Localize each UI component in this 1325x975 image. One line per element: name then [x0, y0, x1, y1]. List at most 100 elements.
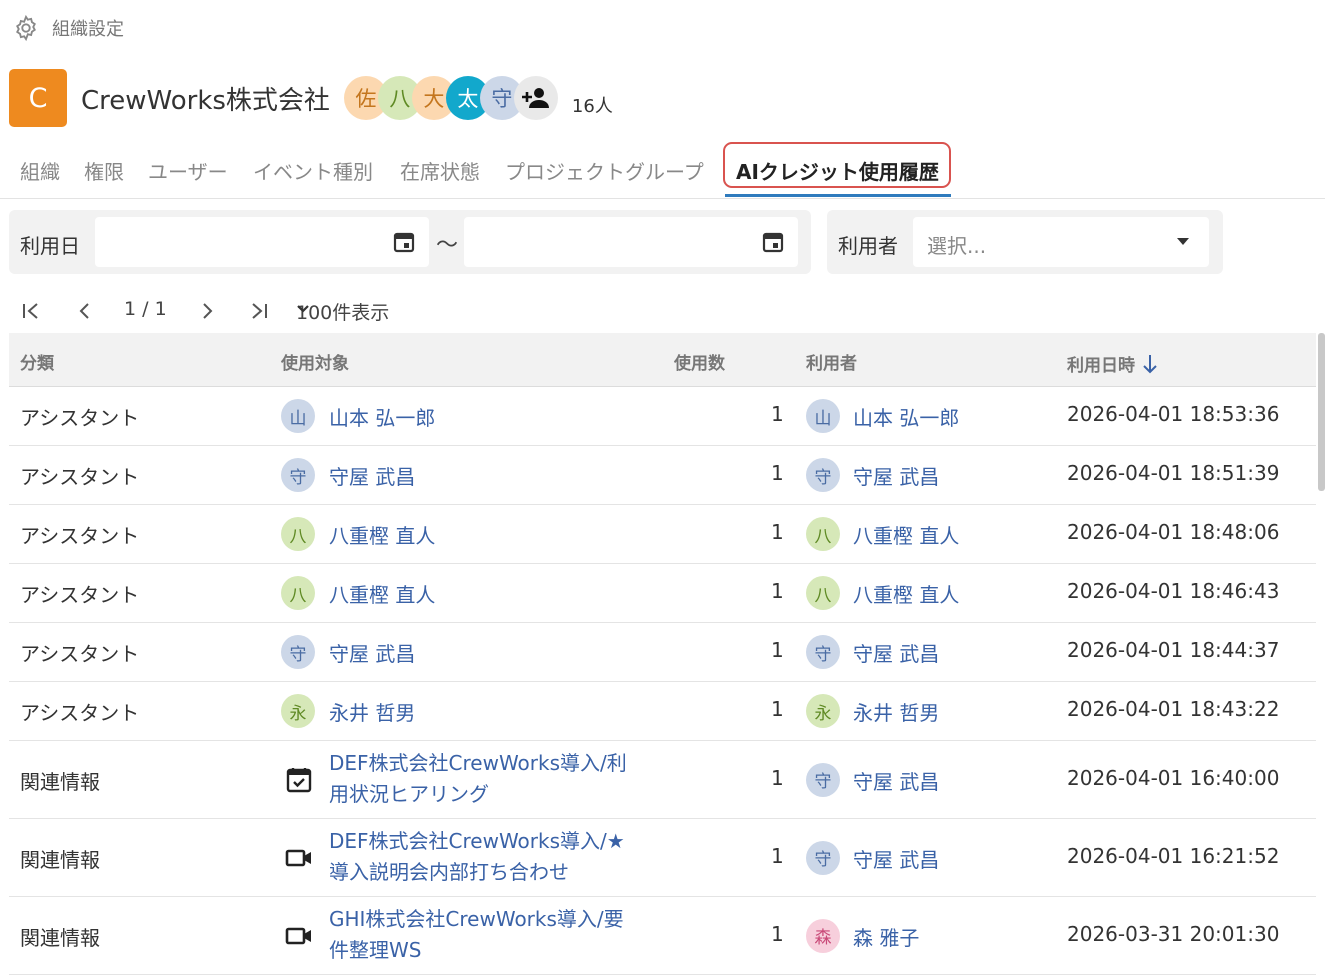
target-avatar[interactable]: 守	[281, 458, 315, 492]
target-link[interactable]: 八重樫 直人	[329, 579, 435, 608]
per-page-select[interactable]: 100件表示	[296, 298, 389, 324]
table-row[interactable]: アシスタント守守屋 武昌 1 守守屋 武昌 2026-04-01 18:44:37	[9, 623, 1316, 682]
user-link[interactable]: 永井 哲男	[853, 697, 939, 726]
target-avatar[interactable]: 山	[281, 399, 315, 433]
tab-event-types[interactable]: イベント種別	[253, 156, 373, 185]
user-avatar[interactable]: 永	[806, 694, 840, 728]
target-link[interactable]: 八重樫 直人	[329, 520, 435, 549]
user-avatar[interactable]: 守	[806, 635, 840, 669]
next-page-icon[interactable]	[196, 300, 218, 322]
tab-organization[interactable]: 組織	[20, 156, 60, 185]
table-row[interactable]: アシスタント永永井 哲男 1 永永井 哲男 2026-04-01 18:43:22	[9, 682, 1316, 741]
user-link[interactable]: 森 雅子	[853, 922, 919, 951]
user-filter-label: 利用者	[838, 234, 898, 258]
user-select[interactable]: 選択...	[913, 217, 1209, 267]
target-line-1: GHI株式会社CrewWorks導入/要	[329, 906, 624, 931]
table-row[interactable]: 関連情報 DEF株式会社CrewWorks導入/★ 導入説明会内部打ち合わせ 1 守守屋…	[9, 819, 1316, 897]
user-link[interactable]: 八重樫 直人	[853, 520, 959, 549]
target-link[interactable]: 守屋 武昌	[329, 638, 415, 667]
settings-tabs: 組織 権限 ユーザー イベント種別 在席状態 プロジェクトグループ AIクレジッ…	[0, 142, 1325, 199]
active-tab-highlight	[723, 142, 951, 188]
table-row[interactable]: アシスタント八八重樫 直人 1 八八重樫 直人 2026-04-01 18:46:43	[9, 564, 1316, 623]
user-avatar[interactable]: 森	[806, 918, 840, 953]
header-target[interactable]: 使用対象	[281, 349, 349, 374]
page-indicator: 1 / 1	[124, 298, 167, 320]
credit-history-table: 分類 使用対象 使用数 利用者 利用日時 アシスタント山山本 弘一郎 1 山山本 弘…	[9, 333, 1316, 975]
row-datetime: 2026-04-01 18:53:36	[1067, 402, 1280, 426]
row-datetime: 2026-03-31 20:01:30	[1067, 921, 1280, 946]
tab-project-groups[interactable]: プロジェクトグループ	[505, 156, 704, 185]
target-avatar[interactable]: 八	[281, 576, 315, 610]
tab-presence-status[interactable]: 在席状態	[400, 156, 480, 185]
target-avatar[interactable]: 八	[281, 517, 315, 551]
scrollbar[interactable]	[1318, 333, 1325, 491]
row-category: 関連情報	[20, 769, 100, 794]
user-avatar[interactable]: 守	[806, 840, 840, 875]
table-row[interactable]: 関連情報 GHI株式会社CrewWorks導入/要 件整理WS 1 森森 雅子 2026-…	[9, 897, 1316, 975]
row-datetime: 2026-04-01 16:40:00	[1067, 765, 1280, 790]
table-row[interactable]: アシスタント八八重樫 直人 1 八八重樫 直人 2026-04-01 18:48:06	[9, 505, 1316, 564]
active-tab-underline	[725, 194, 951, 197]
table-row[interactable]: 関連情報 DEF株式会社CrewWorks導入/利 用状況ヒアリング 1 守守屋 武昌 2…	[9, 741, 1316, 819]
user-avatar[interactable]: 八	[806, 517, 840, 551]
gear-icon	[12, 14, 40, 42]
end-date-input[interactable]	[464, 217, 798, 267]
start-date-input[interactable]	[95, 217, 429, 267]
tab-users[interactable]: ユーザー	[148, 156, 228, 185]
user-link[interactable]: 守屋 武昌	[853, 461, 939, 490]
target-avatar[interactable]: 守	[281, 635, 315, 669]
date-range-separator: ～	[436, 233, 459, 258]
calendar-icon[interactable]	[762, 231, 784, 257]
user-link[interactable]: 守屋 武昌	[853, 844, 939, 873]
user-avatar[interactable]: 八	[806, 576, 840, 610]
dropdown-caret-icon	[1177, 238, 1189, 245]
header-user[interactable]: 利用者	[806, 349, 857, 374]
row-count: 1	[771, 843, 784, 868]
target-avatar[interactable]: 永	[281, 694, 315, 728]
org-header: C CrewWorks株式会社 佐八大太守 16人	[9, 69, 613, 127]
row-datetime: 2026-04-01 18:48:06	[1067, 520, 1280, 544]
table-body: アシスタント山山本 弘一郎 1 山山本 弘一郎 2026-04-01 18:53:36…	[9, 387, 1316, 975]
calendar-icon[interactable]	[393, 231, 415, 257]
row-count: 1	[771, 520, 784, 544]
row-category: アシスタント	[20, 406, 140, 430]
target-link[interactable]: DEF株式会社CrewWorks導入/★ 導入説明会内部打ち合わせ	[329, 826, 625, 888]
member-count: 16人	[571, 96, 613, 117]
target-link[interactable]: 守屋 武昌	[329, 461, 415, 490]
breadcrumb: 組織設定	[12, 14, 124, 42]
target-line-2: 導入説明会内部打ち合わせ	[329, 859, 569, 884]
user-link[interactable]: 守屋 武昌	[853, 638, 939, 667]
user-avatar[interactable]: 山	[806, 399, 840, 433]
tab-permissions[interactable]: 権限	[84, 156, 124, 185]
row-datetime: 2026-04-01 18:44:37	[1067, 638, 1280, 662]
row-category: 関連情報	[20, 847, 100, 872]
header-count[interactable]: 使用数	[674, 349, 725, 374]
first-page-icon[interactable]	[20, 300, 42, 322]
target-link[interactable]: GHI株式会社CrewWorks導入/要 件整理WS	[329, 904, 624, 966]
date-filter: 利用日 ～	[9, 210, 811, 274]
prev-page-icon[interactable]	[74, 300, 96, 322]
sort-desc-arrow-icon[interactable]	[1141, 353, 1159, 375]
header-datetime[interactable]: 利用日時	[1067, 349, 1159, 376]
user-link[interactable]: 山本 弘一郎	[853, 402, 959, 431]
row-category: アシスタント	[20, 583, 140, 607]
user-link[interactable]: 守屋 武昌	[853, 766, 939, 795]
member-avatars[interactable]: 佐八大太守	[343, 76, 558, 120]
target-link[interactable]: 山本 弘一郎	[329, 402, 435, 431]
add-member-icon[interactable]	[513, 76, 558, 120]
row-count: 1	[771, 921, 784, 946]
last-page-icon[interactable]	[248, 300, 270, 322]
target-line-2: 件整理WS	[329, 937, 422, 962]
table-row[interactable]: アシスタント守守屋 武昌 1 守守屋 武昌 2026-04-01 18:51:39	[9, 446, 1316, 505]
row-count: 1	[771, 461, 784, 485]
user-link[interactable]: 八重樫 直人	[853, 579, 959, 608]
user-avatar[interactable]: 守	[806, 458, 840, 492]
row-category: アシスタント	[20, 642, 140, 666]
row-count: 1	[771, 765, 784, 790]
org-name: CrewWorks株式会社	[81, 85, 330, 116]
user-avatar[interactable]: 守	[806, 762, 840, 797]
target-link[interactable]: 永井 哲男	[329, 697, 415, 726]
target-link[interactable]: DEF株式会社CrewWorks導入/利 用状況ヒアリング	[329, 748, 627, 810]
table-row[interactable]: アシスタント山山本 弘一郎 1 山山本 弘一郎 2026-04-01 18:53:36	[9, 387, 1316, 446]
header-category[interactable]: 分類	[20, 349, 54, 374]
